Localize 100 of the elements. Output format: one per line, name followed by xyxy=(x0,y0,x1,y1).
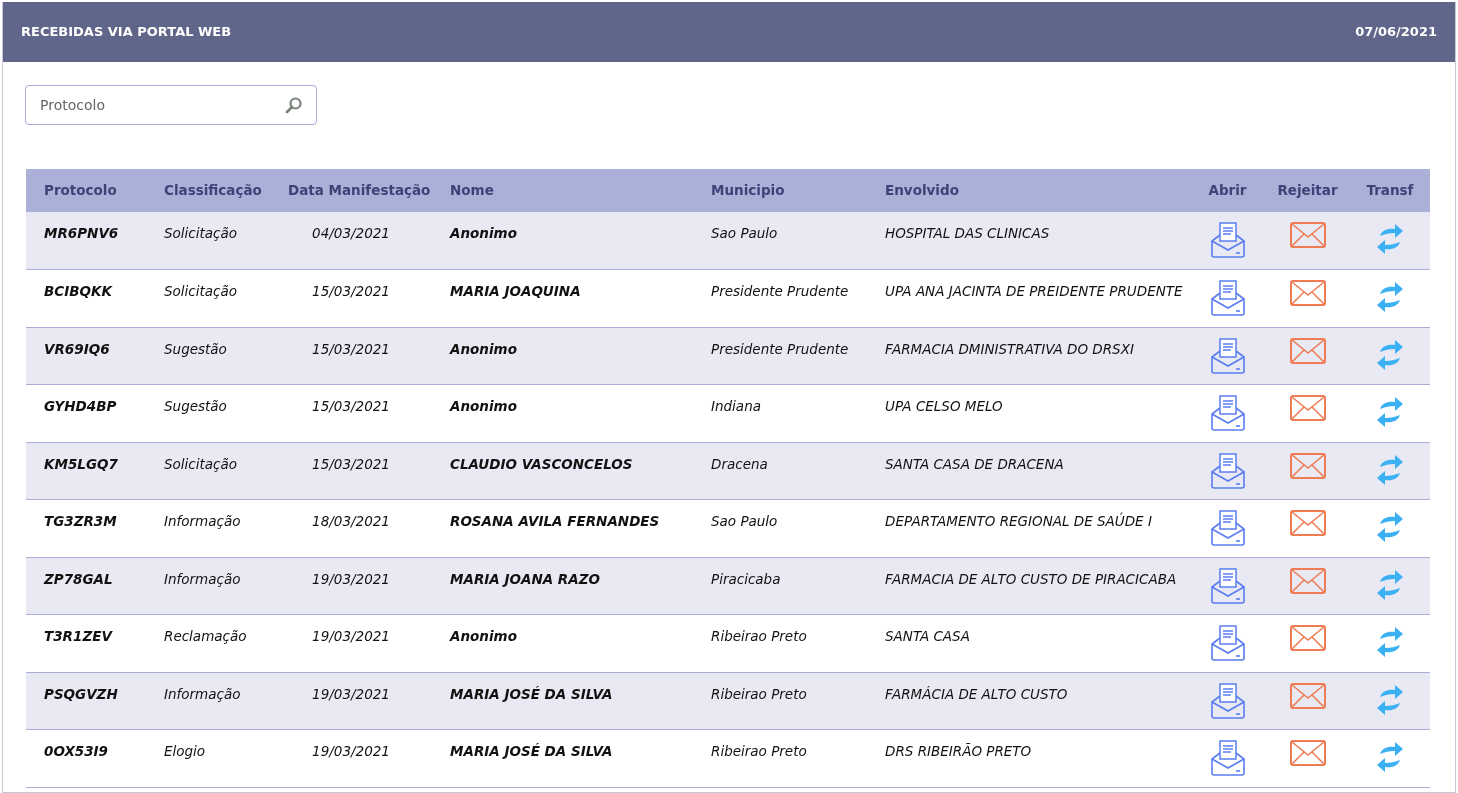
search-field[interactable]: Protocolo xyxy=(25,85,317,125)
city-text: Indiana xyxy=(711,398,761,414)
column-header: Transf xyxy=(1350,169,1430,212)
reject-button[interactable] xyxy=(1289,510,1326,536)
date-text: 15/03/2021 xyxy=(312,398,390,414)
envelope-icon xyxy=(1289,625,1326,651)
page-title: RECEBIDAS VIA PORTAL WEB xyxy=(21,23,232,42)
envelope-icon xyxy=(1289,280,1326,306)
transfer-button[interactable] xyxy=(1376,280,1404,314)
date-text: 04/03/2021 xyxy=(312,225,390,241)
person-name: CLAUDIO VASCONCELOS xyxy=(450,455,633,472)
reject-button[interactable] xyxy=(1289,682,1326,709)
refresh-arrows-icon xyxy=(1376,510,1404,544)
reject-button[interactable] xyxy=(1289,452,1326,479)
envelope-icon xyxy=(1289,510,1326,536)
involved-text: UPA ANA JACINTA DE PREIDENTE PRUDENTE xyxy=(885,283,1183,299)
transfer-button[interactable] xyxy=(1376,222,1404,256)
reject-button[interactable] xyxy=(1289,337,1326,364)
reject-button[interactable] xyxy=(1289,222,1326,248)
open-button[interactable] xyxy=(1209,740,1246,776)
envelope-icon xyxy=(1289,337,1326,364)
protocol-number: TG3ZR3M xyxy=(44,513,117,529)
involved-text: FARMACIA DMINISTRATIVA DO DRSXI xyxy=(885,340,1134,357)
open-envelope-icon xyxy=(1209,567,1246,604)
person-name: MARIA JOAQUINA xyxy=(450,283,581,299)
classification-text: Sugestão xyxy=(164,340,227,357)
protocol-number: PSQGVZH xyxy=(44,685,118,702)
open-button[interactable] xyxy=(1209,682,1246,719)
search-icon xyxy=(285,96,303,114)
protocol-number: VR69IQ6 xyxy=(44,340,110,357)
open-button[interactable] xyxy=(1209,337,1246,374)
open-button[interactable] xyxy=(1209,280,1246,316)
reject-button[interactable] xyxy=(1289,740,1326,766)
open-envelope-icon xyxy=(1209,625,1246,661)
envelope-icon xyxy=(1289,740,1326,766)
transfer-button[interactable] xyxy=(1376,452,1404,487)
open-button[interactable] xyxy=(1209,567,1246,604)
transfer-button[interactable] xyxy=(1376,567,1404,602)
open-envelope-icon xyxy=(1209,337,1246,374)
open-button[interactable] xyxy=(1209,510,1246,546)
refresh-arrows-icon xyxy=(1376,452,1404,487)
transfer-button[interactable] xyxy=(1376,682,1404,717)
classification-text: Reclamação xyxy=(164,628,247,644)
reject-button[interactable] xyxy=(1289,395,1326,421)
date-text: 19/03/2021 xyxy=(312,570,390,587)
reject-button[interactable] xyxy=(1289,280,1326,306)
refresh-arrows-icon xyxy=(1376,740,1404,774)
transfer-button[interactable] xyxy=(1376,740,1404,774)
envelope-icon xyxy=(1289,395,1326,421)
transfer-button[interactable] xyxy=(1376,337,1404,372)
open-button[interactable] xyxy=(1209,625,1246,661)
envelope-icon xyxy=(1289,682,1326,709)
protocol-number: GYHD4BP xyxy=(44,398,117,414)
open-envelope-icon xyxy=(1209,222,1246,258)
city-text: Presidente Prudente xyxy=(711,283,849,299)
open-button[interactable] xyxy=(1209,452,1246,489)
column-header: Protocolo xyxy=(26,169,146,212)
date-text: 19/03/2021 xyxy=(312,628,390,644)
refresh-arrows-icon xyxy=(1376,682,1404,717)
transfer-button[interactable] xyxy=(1376,510,1404,544)
city-text: Sao Paulo xyxy=(711,225,778,241)
person-name: MARIA JOANA RAZO xyxy=(450,570,600,587)
classification-text: Elogio xyxy=(164,743,206,759)
open-button[interactable] xyxy=(1209,222,1246,258)
city-text: Dracena xyxy=(711,455,768,472)
date-text: 19/03/2021 xyxy=(312,685,390,702)
involved-text: FARMACIA DE ALTO CUSTO DE PIRACICABA xyxy=(885,570,1177,587)
city-text: Ribeirao Preto xyxy=(711,628,807,644)
envelope-icon xyxy=(1289,567,1326,594)
involved-text: DEPARTAMENTO REGIONAL DE SAÚDE I xyxy=(885,513,1152,529)
date-text: 15/03/2021 xyxy=(312,455,390,472)
city-text: Piracicaba xyxy=(711,570,781,587)
protocol-number: KM5LGQ7 xyxy=(44,455,118,472)
date-text: 15/03/2021 xyxy=(312,283,390,299)
classification-text: Informação xyxy=(164,513,241,529)
column-header: Classificação xyxy=(146,169,270,212)
protocol-number: MR6PNV6 xyxy=(44,225,119,241)
open-envelope-icon xyxy=(1209,510,1246,546)
person-name: Anonimo xyxy=(450,628,517,644)
reject-button[interactable] xyxy=(1289,625,1326,651)
classification-text: Sugestão xyxy=(164,398,227,414)
column-header: Envolvido xyxy=(867,169,1190,212)
involved-text: HOSPITAL DAS CLINICAS xyxy=(885,225,1050,241)
open-button[interactable] xyxy=(1209,395,1246,431)
column-header: Municipio xyxy=(693,169,867,212)
transfer-button[interactable] xyxy=(1376,625,1404,659)
involved-text: SANTA CASA DE DRACENA xyxy=(885,455,1064,472)
city-text: Ribeirao Preto xyxy=(711,685,807,702)
transfer-button[interactable] xyxy=(1376,395,1404,429)
classification-text: Solicitação xyxy=(164,455,238,472)
involved-text: DRS RIBEIRÃO PRETO xyxy=(885,743,1032,759)
classification-text: Solicitação xyxy=(164,225,238,241)
open-envelope-icon xyxy=(1209,395,1246,431)
involved-text: FARMÁCIA DE ALTO CUSTO xyxy=(885,685,1068,702)
date-text: 15/03/2021 xyxy=(312,340,390,357)
date-text: 18/03/2021 xyxy=(312,513,390,529)
person-name: Anonimo xyxy=(450,340,517,357)
classification-text: Informação xyxy=(164,570,241,587)
reject-button[interactable] xyxy=(1289,567,1326,594)
open-envelope-icon xyxy=(1209,452,1246,489)
